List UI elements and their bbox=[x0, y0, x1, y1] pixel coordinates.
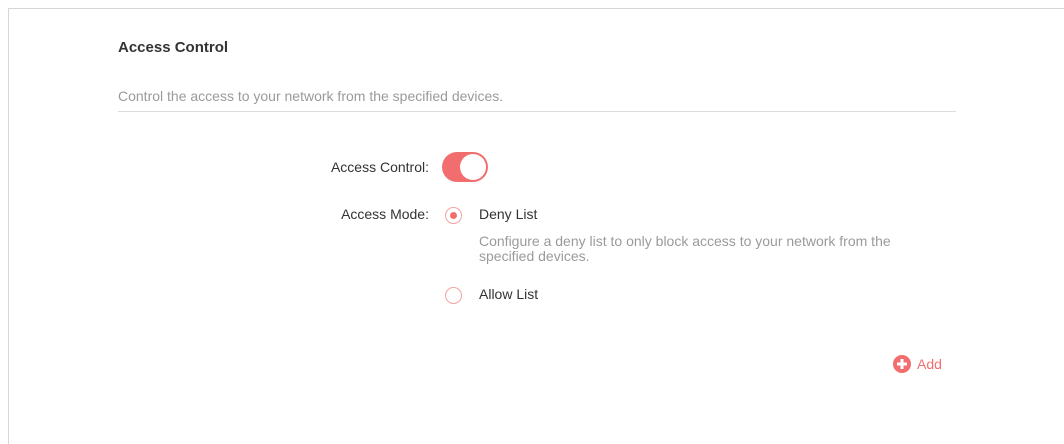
section-title: Access Control bbox=[118, 39, 229, 56]
deny-list-help: Configure a deny list to only block acce… bbox=[479, 233, 891, 264]
divider bbox=[118, 111, 956, 112]
add-label: Add bbox=[917, 356, 942, 372]
access-control-label: Access Control: bbox=[330, 159, 429, 175]
access-control-panel: Access Control Control the access to you… bbox=[8, 8, 1064, 444]
plus-circle-icon bbox=[893, 355, 911, 373]
section-description: Control the access to your network from … bbox=[118, 88, 504, 104]
allow-list-label[interactable]: Allow List bbox=[479, 286, 538, 302]
toggle-knob bbox=[460, 154, 486, 180]
access-mode-label: Access Mode: bbox=[341, 206, 429, 222]
add-button[interactable]: Add bbox=[893, 354, 942, 374]
deny-list-label[interactable]: Deny List bbox=[479, 206, 537, 222]
allow-list-radio[interactable] bbox=[445, 287, 462, 304]
access-control-toggle[interactable] bbox=[442, 152, 488, 182]
radio-selected-dot bbox=[449, 211, 457, 219]
deny-list-radio[interactable] bbox=[445, 207, 462, 224]
